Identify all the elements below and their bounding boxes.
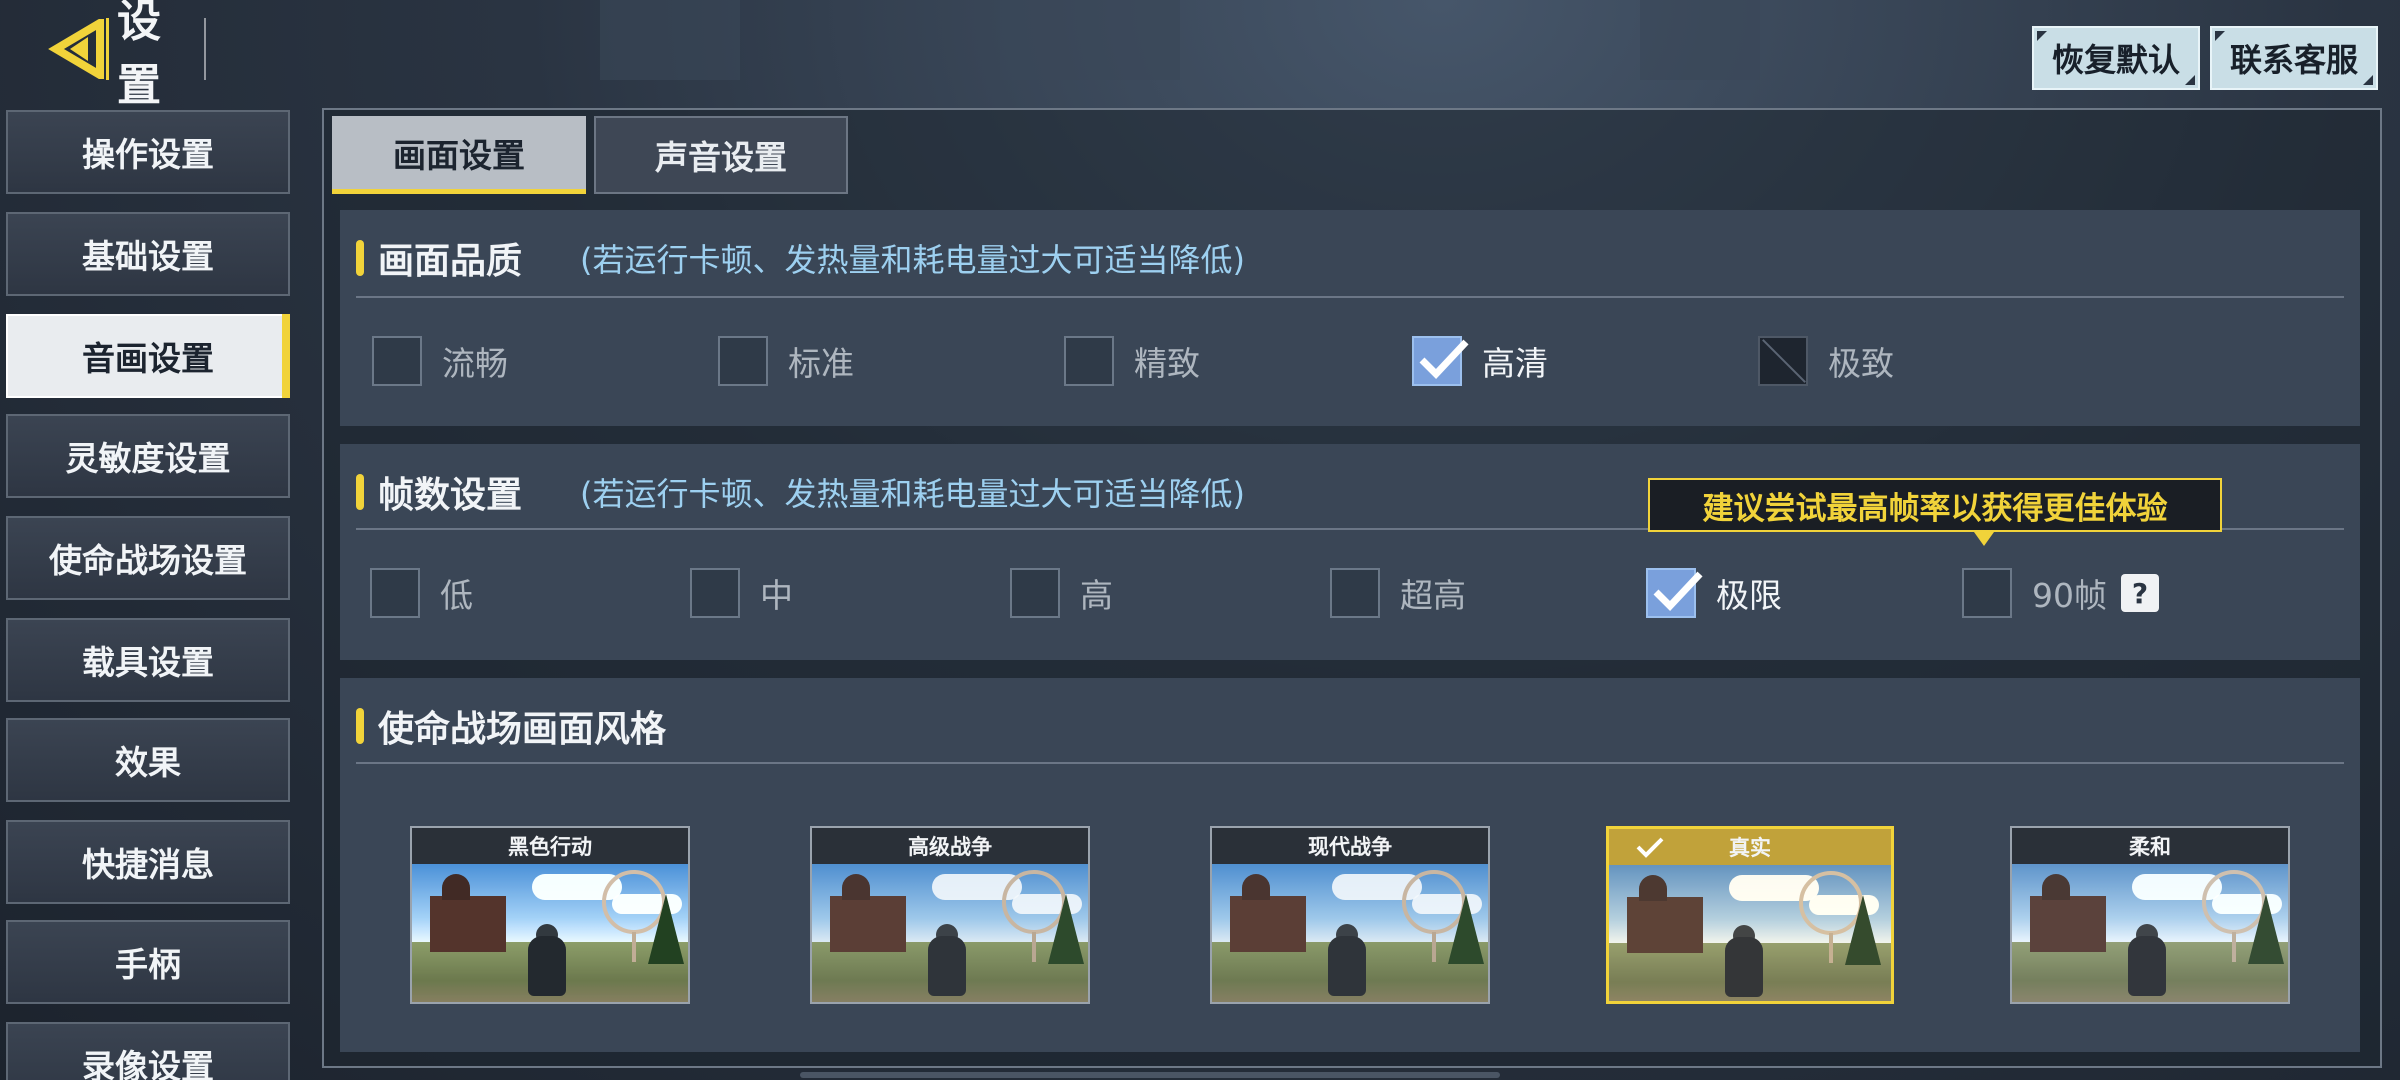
style-title: 使命战场画面风格 — [378, 709, 667, 750]
framerate-header: 帧数设置 (若运行卡顿、发热量和耗电量过大可适当降低) — [356, 466, 1245, 518]
option-label: 高清 — [1482, 344, 1548, 383]
sidebar-item-basic[interactable]: 基础设置 — [6, 212, 290, 296]
option-label: 低 — [440, 576, 473, 615]
sidebar-item-quick-messages[interactable]: 快捷消息 — [6, 820, 290, 904]
preview-image — [1212, 864, 1488, 1002]
background-shape — [600, 0, 740, 80]
check-icon — [1653, 571, 1703, 612]
framerate-note: (若运行卡顿、发热量和耗电量过大可适当降低) — [580, 475, 1245, 513]
section-marker — [356, 240, 364, 276]
option-label: 极限 — [1716, 576, 1782, 615]
sidebar-item-recording[interactable]: 录像设置 — [6, 1022, 290, 1080]
sidebar-item-battlefield[interactable]: 使命战场设置 — [6, 516, 290, 600]
style-card-soft[interactable]: 柔和 — [2010, 826, 2290, 1004]
option-label: 流畅 — [442, 344, 508, 383]
sidebar-item-vehicle[interactable]: 载具设置 — [6, 618, 290, 702]
card-label: 黑色行动 — [412, 828, 688, 864]
preview-image — [812, 864, 1088, 1002]
checkbox-checked[interactable] — [1412, 336, 1469, 386]
quality-option[interactable]: 流畅 — [372, 336, 508, 386]
background-shape — [1000, 0, 1180, 80]
checkbox-checked[interactable] — [1646, 568, 1703, 618]
back-arrow-icon — [48, 19, 104, 79]
option-label: 中 — [760, 576, 793, 615]
framerate-option[interactable]: 高 — [1010, 568, 1113, 618]
framerate-section: 帧数设置 (若运行卡顿、发热量和耗电量过大可适当降低) 低 中 高 超高 极限 — [340, 444, 2360, 660]
tab-sound[interactable]: 声音设置 — [594, 116, 848, 194]
option-label: 标准 — [788, 344, 854, 383]
framerate-option[interactable]: 极限 — [1646, 568, 1782, 618]
checkbox[interactable] — [1962, 568, 2012, 618]
tab-display[interactable]: 画面设置 — [332, 116, 586, 194]
card-label: 柔和 — [2012, 828, 2288, 864]
checkbox[interactable] — [1330, 568, 1380, 618]
checkbox[interactable] — [370, 568, 420, 618]
card-header: 真实 — [1609, 829, 1891, 865]
checkbox-disabled — [1758, 336, 1808, 386]
preview-image — [2012, 864, 2288, 1002]
quality-title: 画面品质 — [378, 241, 523, 282]
quality-option: 极致 — [1758, 336, 1894, 386]
option-label: 高 — [1080, 576, 1113, 615]
page-title: 设置 — [106, 0, 206, 111]
card-label: 现代战争 — [1212, 828, 1488, 864]
divider — [356, 762, 2344, 764]
preview-image — [1609, 865, 1891, 1001]
checkbox[interactable] — [718, 336, 768, 386]
checkbox[interactable] — [1010, 568, 1060, 618]
framerate-option[interactable]: 低 — [370, 568, 473, 618]
check-icon — [1419, 339, 1469, 380]
framerate-option[interactable]: 超高 — [1330, 568, 1466, 618]
contact-support-button[interactable]: 联系客服 — [2210, 26, 2378, 90]
sidebar-item-effects[interactable]: 效果 — [6, 718, 290, 802]
section-marker — [356, 474, 364, 510]
sidebar: 操作设置 基础设置 音画设置 灵敏度设置 使命战场设置 载具设置 效果 快捷消息… — [6, 110, 290, 1080]
option-label: 90帧 — [2032, 576, 2107, 615]
checkbox[interactable] — [1064, 336, 1114, 386]
option-label: 极致 — [1828, 344, 1894, 383]
framerate-option[interactable]: 90帧 ? — [1962, 568, 2159, 618]
quality-option[interactable]: 标准 — [718, 336, 854, 386]
framerate-title: 帧数设置 — [378, 475, 523, 516]
sidebar-item-controls[interactable]: 操作设置 — [6, 110, 290, 194]
quality-option[interactable]: 高清 — [1412, 336, 1548, 386]
restore-default-button[interactable]: 恢复默认 — [2032, 26, 2200, 90]
back-button[interactable] — [44, 14, 108, 84]
option-label: 超高 — [1400, 576, 1466, 615]
style-card-realistic[interactable]: 真实 — [1606, 826, 1894, 1004]
scrollbar[interactable] — [800, 1072, 1500, 1078]
style-card-advanced-warfare[interactable]: 高级战争 — [810, 826, 1090, 1004]
quality-option[interactable]: 精致 — [1064, 336, 1200, 386]
divider — [356, 296, 2344, 298]
quality-header: 画面品质 (若运行卡顿、发热量和耗电量过大可适当降低) — [356, 232, 1245, 284]
checkbox[interactable] — [690, 568, 740, 618]
card-label: 高级战争 — [812, 828, 1088, 864]
check-icon — [1636, 837, 1664, 858]
background-shape — [1640, 0, 1760, 80]
framerate-option[interactable]: 中 — [690, 568, 793, 618]
style-card-black-ops[interactable]: 黑色行动 — [410, 826, 690, 1004]
option-label: 精致 — [1134, 344, 1200, 383]
style-header: 使命战场画面风格 — [356, 700, 666, 752]
card-label: 真实 — [1729, 836, 1771, 860]
quality-section: 画面品质 (若运行卡顿、发热量和耗电量过大可适当降低) 流畅 标准 精致 高清 … — [340, 210, 2360, 426]
sidebar-item-sensitivity[interactable]: 灵敏度设置 — [6, 414, 290, 498]
quality-note: (若运行卡顿、发热量和耗电量过大可适当降低) — [580, 241, 1245, 279]
section-marker — [356, 708, 364, 744]
sidebar-item-audio-video[interactable]: 音画设置 — [6, 314, 290, 398]
checkbox[interactable] — [372, 336, 422, 386]
help-icon[interactable]: ? — [2121, 574, 2159, 612]
framerate-tooltip: 建议尝试最高帧率以获得更佳体验 — [1648, 478, 2222, 546]
style-card-modern-warfare[interactable]: 现代战争 — [1210, 826, 1490, 1004]
sidebar-item-controller[interactable]: 手柄 — [6, 920, 290, 1004]
preview-image — [412, 864, 688, 1002]
